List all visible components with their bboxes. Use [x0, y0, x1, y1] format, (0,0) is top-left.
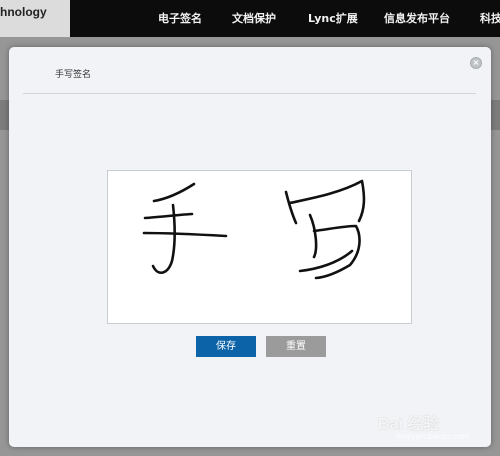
reset-button[interactable]: 重置: [266, 336, 326, 357]
brand-text: hnology: [0, 5, 47, 19]
baidu-jingyan-watermark: Bai 经验 jingyan.baidu.com: [378, 406, 494, 452]
dialog-title: 手写签名: [55, 70, 92, 80]
nav-item-technology[interactable]: 科技: [480, 10, 500, 26]
watermark-sub: jingyan.baidu.com: [396, 432, 470, 441]
signature-dialog: 手写签名 × 保存 重置: [9, 47, 491, 447]
dialog-divider: [23, 93, 476, 94]
nav-item-lync-extension[interactable]: Lync扩展: [308, 10, 358, 26]
top-navigation-bar: hnology 电子签名 文档保护 Lync扩展 信息发布平台 科技: [0, 0, 500, 37]
close-icon[interactable]: ×: [470, 57, 482, 69]
signature-canvas[interactable]: [107, 170, 412, 324]
nav-item-document-protection[interactable]: 文档保护: [232, 10, 276, 26]
save-button[interactable]: 保存: [196, 336, 256, 357]
watermark-text: Bai 经验: [378, 416, 440, 433]
signature-strokes: [142, 179, 366, 280]
nav-item-e-signature[interactable]: 电子签名: [158, 10, 202, 26]
nav-item-info-publishing[interactable]: 信息发布平台: [384, 10, 450, 26]
brand-logo[interactable]: hnology: [0, 0, 70, 37]
